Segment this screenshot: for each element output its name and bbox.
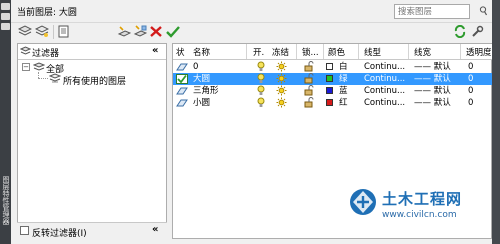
layer-color-swatch[interactable] (326, 87, 333, 94)
layer-lineweight: —— 默认 (414, 86, 451, 96)
watermark-url: www.civilcn.com (382, 210, 457, 220)
watermark-logo (350, 189, 376, 215)
layer-unlock-icon[interactable] (304, 73, 314, 84)
column-on[interactable]: 开. (253, 46, 264, 58)
layer-thaw-sun-icon[interactable] (276, 85, 287, 96)
collapse-button[interactable]: « (152, 45, 158, 56)
layer-color-name: 红 (339, 98, 348, 108)
layer-row[interactable]: 0 白 Continu... —— 默认 0 (173, 61, 492, 73)
filter-icon (20, 46, 31, 55)
new-group-filter-icon[interactable] (35, 25, 49, 38)
layer-name: 小圆 (193, 98, 211, 108)
tree-expander[interactable]: − (22, 63, 30, 71)
layer-name: 0 (193, 62, 199, 72)
column-name[interactable]: 名称 (193, 46, 210, 58)
close-icon[interactable] (1, 13, 10, 20)
new-layer-icon[interactable] (117, 25, 131, 38)
column-linetype[interactable]: 线型 (364, 46, 381, 58)
layer-on-bulb-icon[interactable] (257, 97, 265, 108)
invert-filter-label: 反转过滤器(I) (32, 229, 87, 239)
column-freeze[interactable]: 冻结 (272, 46, 289, 58)
search-input[interactable] (394, 4, 470, 19)
palette-title: 图层特性管理器 (2, 176, 10, 225)
column-lineweight[interactable]: 线宽 (414, 46, 431, 58)
layer-name: 大圆 (193, 74, 211, 84)
tree-item-used-layers[interactable]: 所有使用的图层 (63, 74, 126, 87)
new-property-filter-icon[interactable] (18, 25, 32, 38)
layer-color-name: 白 (339, 62, 348, 72)
column-status[interactable]: 状 (176, 46, 185, 58)
pin-icon[interactable] (1, 3, 10, 10)
layer-unlock-icon[interactable] (304, 61, 314, 72)
layer-on-bulb-icon[interactable] (257, 85, 265, 96)
column-divider (323, 44, 324, 59)
layer-row[interactable]: 小圆 红 Continu... —— 默认 0 (173, 97, 492, 109)
layer-row[interactable]: 三角形 蓝 Continu... —— 默认 0 (173, 85, 492, 97)
layer-thaw-sun-icon[interactable] (276, 73, 287, 84)
layer-on-bulb-icon[interactable] (257, 61, 265, 72)
layer-unlock-icon[interactable] (304, 97, 314, 108)
column-lock[interactable]: 锁... (302, 46, 319, 58)
side-strip: 图层特性管理器 (0, 0, 11, 244)
refresh-icon[interactable] (453, 25, 467, 38)
new-layer-vp-frozen-icon[interactable] (133, 25, 147, 38)
filter-title: 过滤器 (32, 49, 60, 59)
column-divider (408, 44, 409, 59)
layer-color-swatch[interactable] (326, 99, 333, 106)
layer-status-icon (176, 99, 188, 107)
layer-states-icon[interactable] (57, 25, 71, 38)
column-divider (296, 44, 297, 59)
layer-linetype: Continu... (364, 74, 406, 84)
layer-row[interactable]: 大圆 绿 Continu... —— 默认 0 (173, 73, 492, 85)
column-divider (358, 44, 359, 59)
watermark-title: 土木工程网 (382, 190, 463, 208)
column-color[interactable]: 颜色 (328, 46, 345, 58)
layer-linetype: Continu... (364, 62, 406, 72)
toolbar (11, 23, 492, 41)
layer-thaw-sun-icon[interactable] (276, 61, 287, 72)
layer-status-icon (176, 63, 188, 71)
layer-unlock-icon[interactable] (304, 85, 314, 96)
invert-filter-checkbox[interactable] (20, 226, 29, 235)
layer-name: 三角形 (193, 86, 219, 96)
layer-transparency: 0 (468, 98, 474, 108)
used-layers-filter-icon (49, 73, 61, 83)
tree-line (38, 78, 48, 80)
all-layers-icon (33, 62, 45, 71)
set-current-icon[interactable] (166, 25, 180, 38)
layer-lineweight: —— 默认 (414, 98, 451, 108)
column-divider (460, 44, 461, 59)
layer-lineweight: —— 默认 (414, 62, 451, 72)
layer-linetype: Continu... (364, 98, 406, 108)
search-icon[interactable] (479, 6, 487, 16)
settings-icon[interactable] (470, 25, 484, 38)
layer-transparency: 0 (468, 86, 474, 96)
layer-linetype: Continu... (364, 86, 406, 96)
layer-thaw-sun-icon[interactable] (276, 97, 287, 108)
layer-transparency: 0 (468, 62, 474, 72)
toolbar-separator (53, 25, 54, 39)
right-strip (492, 0, 500, 244)
layer-color-name: 绿 (339, 74, 348, 84)
layer-status-icon (176, 87, 188, 95)
layer-lineweight: —— 默认 (414, 74, 451, 84)
column-divider (246, 44, 247, 59)
layer-transparency: 0 (468, 74, 474, 84)
menu-icon[interactable] (1, 23, 10, 30)
current-layer-label: 当前图层: 大圆 (17, 8, 77, 18)
layer-color-swatch[interactable] (326, 75, 333, 82)
current-layer-check-icon (176, 74, 188, 84)
layer-on-bulb-icon[interactable] (257, 73, 265, 84)
layer-color-name: 蓝 (339, 86, 348, 96)
column-transparency[interactable]: 透明度 (466, 46, 492, 58)
delete-layer-icon[interactable] (149, 25, 163, 38)
collapse-bottom-button[interactable]: « (152, 224, 158, 235)
layer-color-swatch[interactable] (326, 63, 333, 70)
